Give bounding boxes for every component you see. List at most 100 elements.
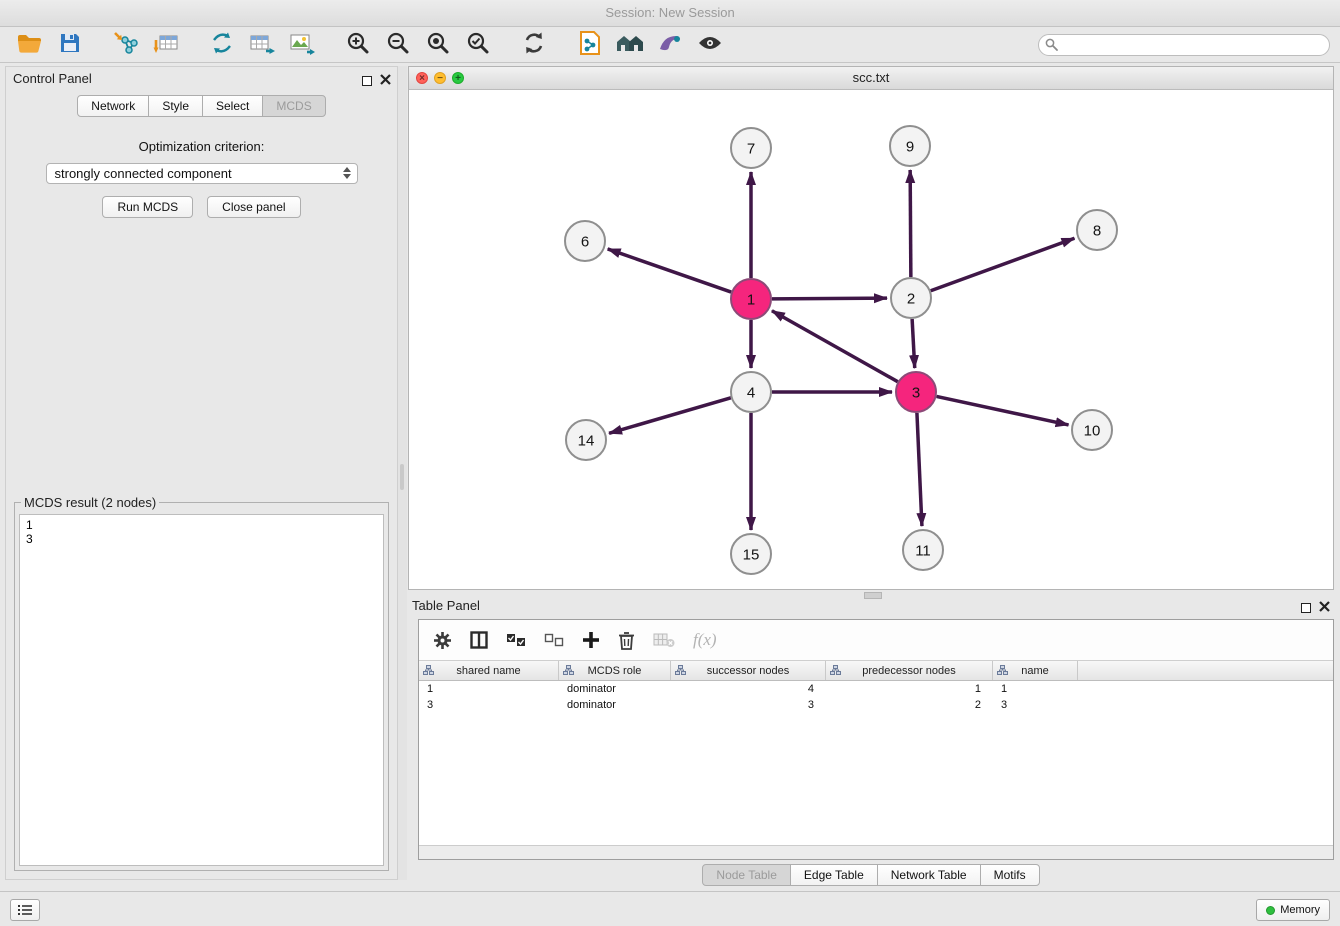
delete-row-icon[interactable] [618,631,635,650]
node-1[interactable]: 1 [731,279,771,319]
export-image-button[interactable] [282,29,322,61]
import-table-button[interactable] [146,29,186,61]
network-view-window: scc.txt 7 9 6 8 1 2 4 3 14 10 15 11 [408,66,1334,590]
edge-1-6[interactable] [608,249,732,292]
close-panel-button[interactable]: Close panel [207,196,300,218]
minimize-window-button[interactable] [434,72,446,84]
memory-status-icon [1266,906,1275,915]
run-mcds-button[interactable]: Run MCDS [102,196,193,218]
close-window-button[interactable] [416,72,428,84]
horizontal-scrollbar[interactable] [419,845,1333,859]
node-3[interactable]: 3 [896,372,936,412]
table-cell[interactable]: 2 [826,697,993,713]
clone-network-button[interactable] [202,29,242,61]
float-panel-icon[interactable] [362,76,372,86]
open-file-button[interactable] [10,29,50,61]
node-7[interactable]: 7 [731,128,771,168]
edge-2-3[interactable] [912,319,915,368]
table-cell[interactable]: 3 [671,697,826,713]
table-row[interactable]: 3dominator323 [419,697,1333,713]
table-tab-network-table[interactable]: Network Table [877,864,981,886]
node-2[interactable]: 2 [891,278,931,318]
tab-style[interactable]: Style [148,95,203,117]
app-window: Session: New Session [0,0,1340,926]
column-header-successor-nodes[interactable]: successor nodes [671,661,826,680]
table-cell[interactable]: dominator [559,681,671,697]
network-window-title: scc.txt [853,70,890,85]
node-4[interactable]: 4 [731,372,771,412]
table-settings-gear-icon[interactable] [433,631,452,650]
node-14[interactable]: 14 [566,420,606,460]
node-table: f(x) shared nameMCDS rolesuccessor nodes… [418,619,1334,860]
zoom-out-button[interactable] [378,29,418,61]
column-type-icon [830,665,841,678]
tab-mcds[interactable]: MCDS [262,95,325,117]
node-9[interactable]: 9 [890,126,930,166]
table-header-row: shared nameMCDS rolesuccessor nodesprede… [419,660,1333,681]
table-cell[interactable]: 3 [993,697,1078,713]
zoom-in-button[interactable] [338,29,378,61]
search-input[interactable] [1038,34,1330,56]
edge-3-11[interactable] [917,413,922,526]
node-8[interactable]: 8 [1077,210,1117,250]
tab-network[interactable]: Network [77,95,149,117]
maximize-window-button[interactable] [452,72,464,84]
node-10[interactable]: 10 [1072,410,1112,450]
mcds-result-text[interactable]: 1 3 [19,514,384,866]
table-row[interactable]: 1dominator411 [419,681,1333,697]
select-all-icon[interactable] [506,633,526,647]
apply-layout-button[interactable] [514,29,554,61]
open-network-file-button[interactable] [570,29,610,61]
show-columns-icon[interactable] [470,631,488,649]
optimization-criterion-label: Optimization criterion: [6,139,397,154]
table-cell[interactable]: dominator [559,697,671,713]
splitter-grip[interactable] [400,464,404,490]
edge-2-8[interactable] [931,238,1075,291]
apply-style-button[interactable] [650,29,690,61]
tab-select[interactable]: Select [202,95,263,117]
table-cell[interactable]: 4 [671,681,826,697]
close-panel-icon[interactable] [380,72,391,90]
table-cell[interactable]: 1 [419,681,559,697]
node-11[interactable]: 11 [903,530,943,570]
table-tab-node-table[interactable]: Node Table [702,864,791,886]
criterion-value: strongly connected component [55,166,232,181]
table-cell[interactable]: 1 [993,681,1078,697]
table-cell[interactable]: 1 [826,681,993,697]
save-session-button[interactable] [50,29,90,61]
column-header-predecessor-nodes[interactable]: predecessor nodes [826,661,993,680]
node-15[interactable]: 15 [731,534,771,574]
network-window-titlebar[interactable]: scc.txt [409,67,1333,90]
column-header-filler [1078,661,1333,680]
edge-1-2[interactable] [772,298,887,299]
close-table-panel-icon[interactable] [1319,599,1330,617]
table-cell[interactable]: 3 [419,697,559,713]
panel-splitter[interactable] [398,66,407,880]
show-hide-button[interactable] [690,29,730,61]
edge-3-1[interactable] [772,311,898,382]
column-header-MCDS-role[interactable]: MCDS role [559,661,671,680]
edge-4-14[interactable] [609,398,731,433]
network-overview-button[interactable] [610,29,650,61]
add-row-icon[interactable] [582,631,600,649]
column-header-name[interactable]: name [993,661,1078,680]
table-tab-edge-table[interactable]: Edge Table [790,864,878,886]
deselect-all-icon[interactable] [544,633,564,647]
edge-3-10[interactable] [937,396,1069,425]
zoom-fit-button[interactable] [418,29,458,61]
criterion-dropdown[interactable]: strongly connected component [46,163,358,184]
mcds-result-box: MCDS result (2 nodes) 1 3 [14,495,389,871]
svg-text:15: 15 [743,547,760,564]
memory-button[interactable]: Memory [1256,899,1330,921]
network-canvas[interactable]: 7 9 6 8 1 2 4 3 14 10 15 11 [409,90,1333,590]
float-table-panel-icon[interactable] [1301,603,1311,613]
task-history-button[interactable] [10,899,40,921]
table-tab-motifs[interactable]: Motifs [980,864,1040,886]
import-network-button[interactable] [106,29,146,61]
refresh-layout-icon [522,31,546,58]
edge-2-9[interactable] [910,170,911,277]
zoom-selected-button[interactable] [458,29,498,61]
node-6[interactable]: 6 [565,221,605,261]
column-header-shared-name[interactable]: shared name [419,661,559,680]
export-table-button[interactable] [242,29,282,61]
